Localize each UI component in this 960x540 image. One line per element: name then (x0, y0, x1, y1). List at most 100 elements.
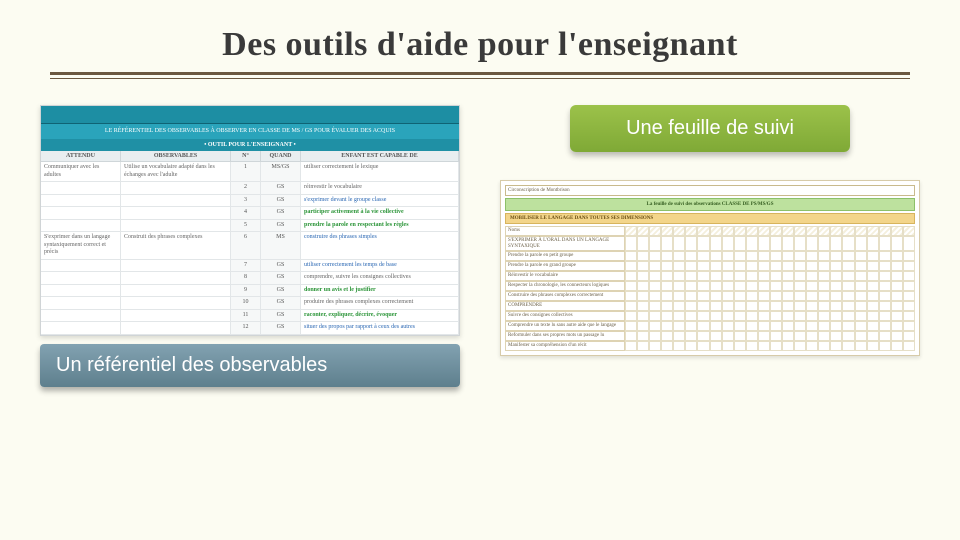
referential-cell: 12 (231, 322, 261, 335)
sheet-cell (770, 236, 782, 251)
sheet-cell (794, 321, 806, 331)
sheet-cell (879, 311, 891, 321)
referential-cell (121, 272, 231, 285)
sheet-cell (891, 341, 903, 351)
sheet-cell (806, 261, 818, 271)
sheet-cell (830, 311, 842, 321)
sheet-cell (903, 281, 915, 291)
sheet-cell (782, 271, 794, 281)
sheet-row-label: Reformuler dans ses propres mots un pass… (505, 331, 625, 341)
sheet-cell (818, 236, 830, 251)
sheet-name-cell (891, 226, 903, 236)
sheet-row-label: Manifester sa compréhension d'un récit (505, 341, 625, 351)
sheet-cell (746, 281, 758, 291)
sheet-cell (867, 291, 879, 301)
sheet-name-cell (770, 226, 782, 236)
sheet-cell (637, 271, 649, 281)
sheet-cell (722, 311, 734, 321)
sheet-cell (697, 321, 709, 331)
sheet-cell (879, 236, 891, 251)
sheet-cell (891, 301, 903, 311)
sheet-cell (867, 331, 879, 341)
sheet-cell (770, 301, 782, 311)
sheet-cell (685, 331, 697, 341)
referential-cell (121, 322, 231, 335)
slide: Des outils d'aide pour l'enseignant LE R… (0, 0, 960, 540)
sheet-cell (794, 251, 806, 261)
sheet-cell (685, 261, 697, 271)
sheet-cell (879, 271, 891, 281)
referential-cell (121, 310, 231, 323)
sheet-cell (685, 301, 697, 311)
sheet-cell (806, 281, 818, 291)
sheet-cell (697, 341, 709, 351)
sheet-cell (697, 251, 709, 261)
sheet-cell (637, 236, 649, 251)
sheet-cell (661, 341, 673, 351)
sheet-cell (685, 341, 697, 351)
sheet-cell (625, 271, 637, 281)
sheet-cell (673, 236, 685, 251)
referential-cell: Utilise un vocabulaire adapté dans les é… (121, 162, 231, 182)
sheet-cell (891, 271, 903, 281)
sheet-cell (794, 301, 806, 311)
sheet-cell (794, 281, 806, 291)
sheet-cell (746, 251, 758, 261)
sheet-cell (710, 281, 722, 291)
referential-cell: construire des phrases simples (301, 232, 459, 260)
sheet-cell (842, 236, 854, 251)
sheet-name-cell (710, 226, 722, 236)
referential-cell: prendre la parole en respectant les règl… (301, 220, 459, 233)
sheet-cell (879, 331, 891, 341)
sheet-cell (722, 341, 734, 351)
sheet-cell (806, 341, 818, 351)
sheet-name-cell (685, 226, 697, 236)
sheet-cell (685, 271, 697, 281)
sheet-cell (818, 251, 830, 261)
sheet-cell (867, 341, 879, 351)
sheet-cell (710, 311, 722, 321)
sheet-cell (637, 331, 649, 341)
sheet-name-cell (722, 226, 734, 236)
sheet-cell (879, 261, 891, 271)
sheet-cell (649, 291, 661, 301)
sheet-cell (782, 291, 794, 301)
sheet-cell (734, 281, 746, 291)
sheet-cell (891, 281, 903, 291)
sheet-cell (637, 281, 649, 291)
referential-cell: GS (261, 285, 301, 298)
sheet-cell (649, 271, 661, 281)
sheet-cell (697, 291, 709, 301)
sheet-cell (661, 311, 673, 321)
referential-cell: 4 (231, 207, 261, 220)
sheet-cell (903, 321, 915, 331)
sheet-cell (661, 251, 673, 261)
sheet-cell (806, 291, 818, 301)
referential-column-header: OBSERVABLES (121, 151, 231, 162)
referential-cell: situer des propos par rapport à ceux des… (301, 322, 459, 335)
sheet-cell (842, 261, 854, 271)
sheet-cell (806, 331, 818, 341)
sheet-cell (782, 321, 794, 331)
sheet-cell (879, 291, 891, 301)
sheet-cell (891, 321, 903, 331)
sheet-cell (903, 261, 915, 271)
referential-cell: MS/GS (261, 162, 301, 182)
sheet-cell (734, 291, 746, 301)
sheet-cell (770, 291, 782, 301)
sheet-cell (830, 331, 842, 341)
sheet-cell (782, 311, 794, 321)
referential-header-bar (41, 106, 459, 124)
sheet-cell (697, 261, 709, 271)
sheet-cell (855, 321, 867, 331)
referential-cell (41, 322, 121, 335)
sheet-cell (722, 251, 734, 261)
sheet-name-cell (794, 226, 806, 236)
sheet-cell (746, 301, 758, 311)
referential-cell (121, 220, 231, 233)
referential-cell (41, 272, 121, 285)
sheet-cell (649, 341, 661, 351)
sheet-cell (891, 251, 903, 261)
sheet-cell (710, 236, 722, 251)
right-column: Une feuille de suivi Circonscription de … (500, 105, 920, 387)
